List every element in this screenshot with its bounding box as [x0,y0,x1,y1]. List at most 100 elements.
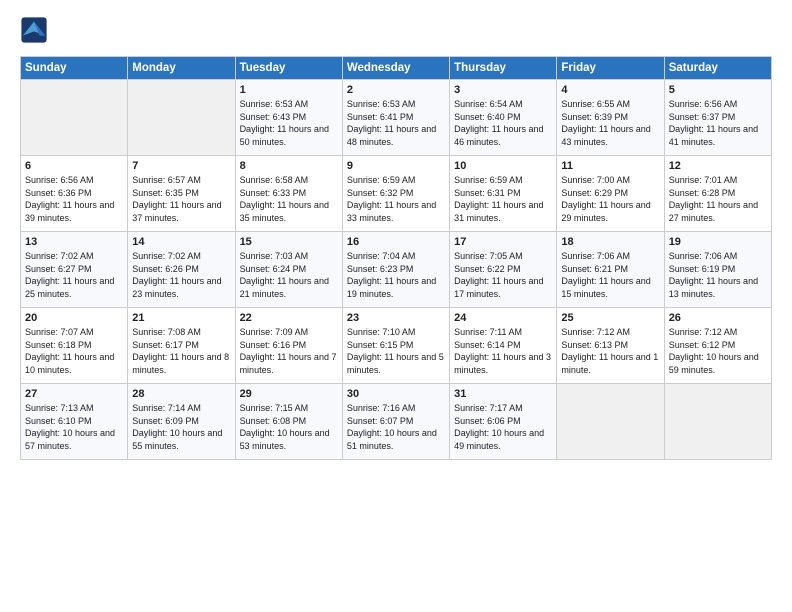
cell-details: Sunrise: 7:05 AMSunset: 6:22 PMDaylight:… [454,250,552,300]
cell-details: Sunrise: 7:07 AMSunset: 6:18 PMDaylight:… [25,326,123,376]
calendar-cell: 3 Sunrise: 6:54 AMSunset: 6:40 PMDaylight… [450,80,557,156]
calendar-table: SundayMondayTuesdayWednesdayThursdayFrid… [20,56,772,460]
calendar-cell: 30 Sunrise: 7:16 AMSunset: 6:07 PMDayligh… [342,384,449,460]
day-number: 9 [347,160,445,172]
calendar-cell: 24 Sunrise: 7:11 AMSunset: 6:14 PMDayligh… [450,308,557,384]
calendar-cell: 7 Sunrise: 6:57 AMSunset: 6:35 PMDaylight… [128,156,235,232]
cell-details: Sunrise: 6:54 AMSunset: 6:40 PMDaylight:… [454,98,552,148]
cell-details: Sunrise: 6:55 AMSunset: 6:39 PMDaylight:… [561,98,659,148]
calendar-week-row: 20 Sunrise: 7:07 AMSunset: 6:18 PMDayligh… [21,308,772,384]
calendar-cell: 27 Sunrise: 7:13 AMSunset: 6:10 PMDayligh… [21,384,128,460]
calendar-week-row: 13Sunrise: 7:02 AMSunset: 6:27 PMDayligh… [21,232,772,308]
calendar-week-row: 27 Sunrise: 7:13 AMSunset: 6:10 PMDayligh… [21,384,772,460]
calendar-cell [557,384,664,460]
day-number: 15 [240,236,338,248]
day-number: 3 [454,84,552,96]
calendar-cell: 19 Sunrise: 7:06 AMSunset: 6:19 PMDayligh… [664,232,771,308]
calendar-cell [21,80,128,156]
day-number: 2 [347,84,445,96]
calendar-cell: 28 Sunrise: 7:14 AMSunset: 6:09 PMDayligh… [128,384,235,460]
cell-details: Sunrise: 7:02 AMSunset: 6:27 PMDaylight:… [25,250,123,300]
calendar-cell: 15Sunrise: 7:03 AMSunset: 6:24 PMDayligh… [235,232,342,308]
calendar-cell: 8Sunrise: 6:58 AMSunset: 6:33 PMDaylight… [235,156,342,232]
day-number: 1 [240,84,338,96]
cell-details: Sunrise: 7:15 AMSunset: 6:08 PMDaylight:… [240,402,338,452]
cell-details: Sunrise: 6:59 AMSunset: 6:31 PMDaylight:… [454,174,552,224]
cell-details: Sunrise: 7:06 AMSunset: 6:21 PMDaylight:… [561,250,659,300]
cell-details: Sunrise: 7:01 AMSunset: 6:28 PMDaylight:… [669,174,767,224]
calendar-cell: 9 Sunrise: 6:59 AMSunset: 6:32 PMDaylight… [342,156,449,232]
cell-details: Sunrise: 7:06 AMSunset: 6:19 PMDaylight:… [669,250,767,300]
day-number: 30 [347,388,445,400]
day-number: 23 [347,312,445,324]
day-number: 16 [347,236,445,248]
cell-details: Sunrise: 7:10 AMSunset: 6:15 PMDaylight:… [347,326,445,376]
calendar-header: SundayMondayTuesdayWednesdayThursdayFrid… [21,57,772,80]
cell-details: Sunrise: 6:57 AMSunset: 6:35 PMDaylight:… [132,174,230,224]
logo-icon [20,16,48,44]
day-number: 24 [454,312,552,324]
calendar-cell: 31Sunrise: 7:17 AMSunset: 6:06 PMDayligh… [450,384,557,460]
day-number: 22 [240,312,338,324]
cell-details: Sunrise: 6:53 AMSunset: 6:41 PMDaylight:… [347,98,445,148]
day-number: 11 [561,160,659,172]
logo [20,16,52,44]
weekday-header: Monday [128,57,235,80]
calendar-body: 1Sunrise: 6:53 AMSunset: 6:43 PMDaylight… [21,80,772,460]
day-number: 26 [669,312,767,324]
calendar-cell: 5 Sunrise: 6:56 AMSunset: 6:37 PMDaylight… [664,80,771,156]
calendar-cell: 12 Sunrise: 7:01 AMSunset: 6:28 PMDayligh… [664,156,771,232]
header [20,16,772,44]
calendar-cell: 22Sunrise: 7:09 AMSunset: 6:16 PMDayligh… [235,308,342,384]
calendar-cell: 29 Sunrise: 7:15 AMSunset: 6:08 PMDayligh… [235,384,342,460]
day-number: 14 [132,236,230,248]
cell-details: Sunrise: 6:58 AMSunset: 6:33 PMDaylight:… [240,174,338,224]
day-number: 7 [132,160,230,172]
cell-details: Sunrise: 7:08 AMSunset: 6:17 PMDaylight:… [132,326,230,376]
cell-details: Sunrise: 7:12 AMSunset: 6:12 PMDaylight:… [669,326,767,376]
calendar-cell: 6 Sunrise: 6:56 AMSunset: 6:36 PMDaylight… [21,156,128,232]
calendar-cell: 2 Sunrise: 6:53 AMSunset: 6:41 PMDaylight… [342,80,449,156]
cell-details: Sunrise: 6:59 AMSunset: 6:32 PMDaylight:… [347,174,445,224]
calendar-cell: 17 Sunrise: 7:05 AMSunset: 6:22 PMDayligh… [450,232,557,308]
weekday-header: Friday [557,57,664,80]
cell-details: Sunrise: 7:13 AMSunset: 6:10 PMDaylight:… [25,402,123,452]
cell-details: Sunrise: 6:56 AMSunset: 6:36 PMDaylight:… [25,174,123,224]
weekday-header: Thursday [450,57,557,80]
cell-details: Sunrise: 7:02 AMSunset: 6:26 PMDaylight:… [132,250,230,300]
day-number: 27 [25,388,123,400]
weekday-header: Sunday [21,57,128,80]
calendar-cell [664,384,771,460]
day-number: 6 [25,160,123,172]
calendar-cell: 1Sunrise: 6:53 AMSunset: 6:43 PMDaylight… [235,80,342,156]
calendar-cell: 4Sunrise: 6:55 AMSunset: 6:39 PMDaylight… [557,80,664,156]
day-number: 19 [669,236,767,248]
calendar-cell [128,80,235,156]
day-number: 17 [454,236,552,248]
page: SundayMondayTuesdayWednesdayThursdayFrid… [0,0,792,470]
calendar-week-row: 6 Sunrise: 6:56 AMSunset: 6:36 PMDaylight… [21,156,772,232]
cell-details: Sunrise: 7:16 AMSunset: 6:07 PMDaylight:… [347,402,445,452]
cell-details: Sunrise: 7:12 AMSunset: 6:13 PMDaylight:… [561,326,659,376]
calendar-cell: 18Sunrise: 7:06 AMSunset: 6:21 PMDayligh… [557,232,664,308]
weekday-header: Wednesday [342,57,449,80]
cell-details: Sunrise: 7:14 AMSunset: 6:09 PMDaylight:… [132,402,230,452]
day-number: 10 [454,160,552,172]
weekday-header: Saturday [664,57,771,80]
calendar-cell: 26 Sunrise: 7:12 AMSunset: 6:12 PMDayligh… [664,308,771,384]
calendar-cell: 14 Sunrise: 7:02 AMSunset: 6:26 PMDayligh… [128,232,235,308]
calendar-cell: 13Sunrise: 7:02 AMSunset: 6:27 PMDayligh… [21,232,128,308]
calendar-week-row: 1Sunrise: 6:53 AMSunset: 6:43 PMDaylight… [21,80,772,156]
cell-details: Sunrise: 7:00 AMSunset: 6:29 PMDaylight:… [561,174,659,224]
day-number: 29 [240,388,338,400]
calendar-cell: 23 Sunrise: 7:10 AMSunset: 6:15 PMDayligh… [342,308,449,384]
cell-details: Sunrise: 7:11 AMSunset: 6:14 PMDaylight:… [454,326,552,376]
day-number: 28 [132,388,230,400]
cell-details: Sunrise: 7:17 AMSunset: 6:06 PMDaylight:… [454,402,552,452]
cell-details: Sunrise: 6:56 AMSunset: 6:37 PMDaylight:… [669,98,767,148]
weekday-row: SundayMondayTuesdayWednesdayThursdayFrid… [21,57,772,80]
day-number: 20 [25,312,123,324]
day-number: 12 [669,160,767,172]
day-number: 5 [669,84,767,96]
calendar-cell: 11 Sunrise: 7:00 AMSunset: 6:29 PMDayligh… [557,156,664,232]
